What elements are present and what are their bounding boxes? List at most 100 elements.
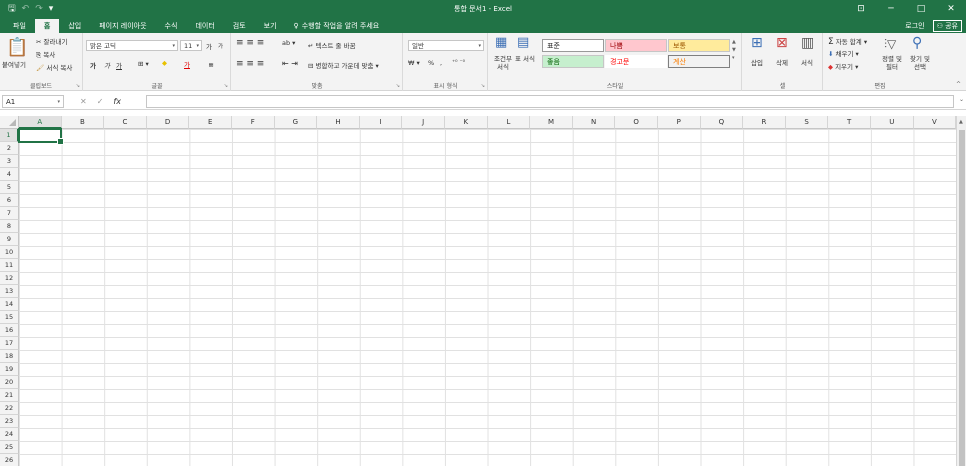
styles-more-icon[interactable]: ▲ ▼ ▾ xyxy=(732,38,736,62)
save-icon[interactable]: 🖫 xyxy=(8,1,16,17)
bold-button[interactable]: 가 xyxy=(90,60,96,70)
column-header[interactable]: V xyxy=(913,116,957,129)
percent-button[interactable]: % xyxy=(428,59,434,67)
column-header[interactable]: P xyxy=(658,116,701,129)
sort-filter-icon[interactable]: ⫶▽ xyxy=(884,37,896,52)
column-header[interactable]: I xyxy=(359,116,403,129)
format-cells-button[interactable]: 서식 xyxy=(801,57,813,67)
conditional-format-button[interactable]: 조건부 서식 xyxy=(492,55,514,71)
column-header[interactable]: O xyxy=(615,116,658,129)
clear-button[interactable]: ◆ 지우기 ▾ xyxy=(828,61,858,71)
tab-view[interactable]: 보기 xyxy=(255,19,286,33)
orientation-icon[interactable]: ab ▾ xyxy=(282,39,295,47)
close-icon[interactable]: ✕ xyxy=(936,0,966,18)
merge-center-button[interactable]: ⊟ 병합하고 가운데 맞춤 ▾ xyxy=(308,60,379,70)
format-table-icon[interactable]: ▤ xyxy=(517,35,529,50)
row-header[interactable]: 18 xyxy=(0,350,19,363)
row-header[interactable]: 8 xyxy=(0,220,19,233)
column-header[interactable]: E xyxy=(189,116,232,129)
tab-review[interactable]: 검토 xyxy=(224,19,255,33)
paste-button[interactable]: 붙여넣기 xyxy=(2,59,26,69)
tab-home[interactable]: 홈 xyxy=(34,19,60,33)
column-header[interactable]: J xyxy=(402,116,445,129)
cut-button[interactable]: ✂ 잘라내기 xyxy=(36,36,67,46)
align-top-icon[interactable]: ≡ ≡ ≡ xyxy=(236,38,264,48)
vertical-scrollbar[interactable]: ▲ xyxy=(956,116,966,466)
active-cell-a1[interactable] xyxy=(18,128,64,145)
italic-button[interactable]: 가 xyxy=(104,60,110,70)
row-header[interactable]: 16 xyxy=(0,324,19,337)
indent-icon[interactable]: ⇤ ⇥ xyxy=(282,59,298,68)
find-select-button[interactable]: 찾기 및 선택 xyxy=(906,55,934,71)
magnifier-icon[interactable]: ⚲ xyxy=(912,35,922,51)
format-cells-icon[interactable]: ▥ xyxy=(801,35,814,51)
align-left-icon[interactable]: ≡ ≡ ≡ xyxy=(236,59,264,69)
row-header[interactable]: 7 xyxy=(0,207,19,220)
redo-icon[interactable]: ↷ xyxy=(35,4,43,14)
select-all-button[interactable] xyxy=(0,116,19,129)
delete-cells-icon[interactable]: ⊠ xyxy=(776,35,788,51)
style-calculation[interactable]: 계산 xyxy=(668,55,730,68)
column-header[interactable]: Q xyxy=(700,116,744,129)
style-neutral[interactable]: 보통 xyxy=(668,39,730,52)
style-normal[interactable]: 표준 xyxy=(542,39,604,52)
row-header[interactable]: 5 xyxy=(0,181,19,194)
font-color-icon[interactable]: 가 xyxy=(184,59,190,69)
column-header[interactable]: B xyxy=(61,116,105,129)
cancel-icon[interactable]: ✕ xyxy=(80,97,87,106)
column-header[interactable]: D xyxy=(146,116,190,129)
row-header[interactable]: 19 xyxy=(0,363,19,376)
tell-me-search[interactable]: ♀ 수행할 작업을 알려 주세요 xyxy=(286,19,380,33)
ribbon-display-options-icon[interactable]: ⊡ xyxy=(846,0,876,18)
row-header[interactable]: 25 xyxy=(0,441,19,454)
column-header[interactable]: R xyxy=(743,116,786,129)
style-bad[interactable]: 나쁨 xyxy=(605,39,667,52)
grow-font-button[interactable]: 가 xyxy=(206,41,212,51)
row-header[interactable]: 20 xyxy=(0,376,19,389)
row-header[interactable]: 11 xyxy=(0,259,19,272)
tab-page-layout[interactable]: 페이지 레이아웃 xyxy=(90,19,155,33)
row-header[interactable]: 3 xyxy=(0,155,19,168)
borders-icon[interactable]: ⊞ ▾ xyxy=(138,60,149,68)
row-header[interactable]: 1 xyxy=(0,129,19,142)
column-header[interactable]: T xyxy=(828,116,871,129)
scroll-up-icon[interactable]: ▲ xyxy=(959,119,963,125)
format-painter-button[interactable]: 🖌 서식 복사 xyxy=(36,62,72,72)
accounting-icon[interactable]: ₩ ▾ xyxy=(408,59,420,67)
fill-button[interactable]: ⬇ 채우기 ▾ xyxy=(828,48,859,58)
column-header[interactable]: H xyxy=(317,116,360,129)
conditional-format-icon[interactable]: ▦ xyxy=(495,35,507,50)
row-header[interactable]: 23 xyxy=(0,415,19,428)
shrink-font-button[interactable]: 가 xyxy=(218,42,223,50)
font-name-dropdown[interactable]: 맑은 고딕 ▾ xyxy=(86,40,178,51)
delete-cells-button[interactable]: 삭제 xyxy=(776,57,788,67)
row-header[interactable]: 10 xyxy=(0,246,19,259)
paste-icon[interactable]: 📋 xyxy=(6,37,28,58)
formula-input[interactable] xyxy=(146,95,954,108)
column-header[interactable]: C xyxy=(104,116,147,129)
share-button[interactable]: ⚇ 공유 xyxy=(932,19,962,32)
minimize-icon[interactable]: ─ xyxy=(876,0,906,18)
cell-area[interactable] xyxy=(19,129,956,466)
row-header[interactable]: 2 xyxy=(0,142,19,155)
column-header[interactable]: N xyxy=(572,116,616,129)
column-header[interactable]: S xyxy=(785,116,829,129)
tab-insert[interactable]: 삽입 xyxy=(59,19,90,33)
column-header[interactable]: G xyxy=(274,116,318,129)
tab-formulas[interactable]: 수식 xyxy=(156,19,187,33)
tab-data[interactable]: 데이터 xyxy=(186,19,223,33)
format-table-button[interactable]: 표 서식 xyxy=(515,55,535,63)
autosum-button[interactable]: Σ 자동 합계 ▾ xyxy=(828,36,867,47)
row-header[interactable]: 24 xyxy=(0,428,19,441)
phonetic-icon[interactable]: ㅃ xyxy=(208,59,214,69)
row-header[interactable]: 14 xyxy=(0,298,19,311)
column-header[interactable]: U xyxy=(871,116,914,129)
expand-formula-icon[interactable]: ⌄ xyxy=(959,96,964,103)
row-header[interactable]: 17 xyxy=(0,337,19,350)
column-header[interactable]: F xyxy=(232,116,275,129)
fill-color-icon[interactable]: ◆ xyxy=(162,59,167,67)
row-header[interactable]: 26 xyxy=(0,454,19,466)
font-size-dropdown[interactable]: 11 ▾ xyxy=(180,40,202,51)
style-good[interactable]: 좋음 xyxy=(542,55,604,68)
wrap-text-button[interactable]: ↵ 텍스트 줄 바꿈 xyxy=(308,40,356,50)
